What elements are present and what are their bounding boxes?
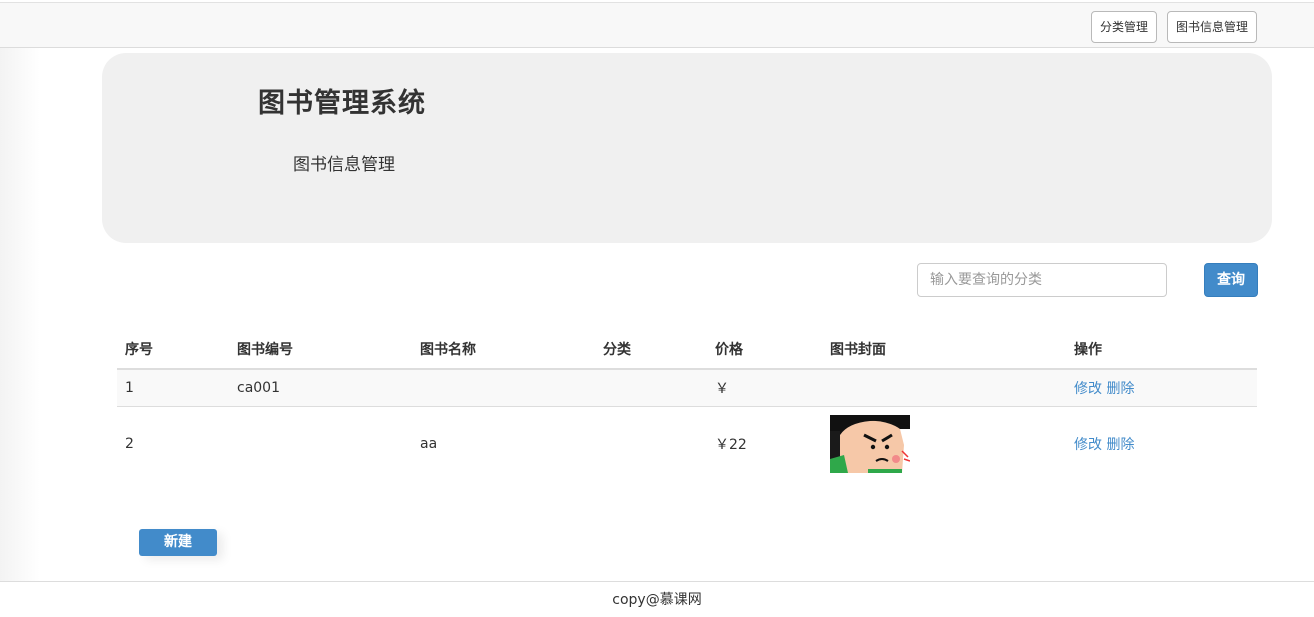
footer-text: copy@慕课网 (612, 592, 702, 608)
column-header-price: 价格 (707, 330, 822, 370)
top-navbar: 分类管理 图书信息管理 (0, 2, 1314, 48)
page-subtitle: 图书信息管理 (293, 155, 395, 175)
cell-price: ￥22 (707, 405, 822, 481)
book-table: 序号 图书编号 图书名称 分类 价格 图书封面 操作 1 ca001 ￥ 修改 … (117, 330, 1257, 481)
page-title: 图书管理系统 (258, 88, 426, 119)
cell-price: ￥ (707, 369, 822, 406)
cell-name (412, 369, 595, 406)
jumbotron: 图书管理系统 图书信息管理 (102, 53, 1272, 243)
cell-code (229, 405, 412, 481)
table-row: 2 aa ￥22 修改 删除 (117, 405, 1257, 481)
page: 分类管理 图书信息管理 图书管理系统 图书信息管理 查询 序号 图书编号 图书名… (0, 0, 1314, 617)
cell-code: ca001 (229, 369, 412, 406)
cell-cover (822, 405, 1066, 481)
delete-link[interactable]: 删除 (1106, 437, 1134, 453)
left-edge-shadow (0, 48, 40, 581)
search-input[interactable] (917, 263, 1167, 297)
new-button[interactable]: 新建 (139, 529, 217, 556)
cell-cover (822, 369, 1066, 406)
column-header-cover: 图书封面 (822, 330, 1066, 370)
edit-link[interactable]: 修改 (1074, 437, 1102, 453)
search-button[interactable]: 查询 (1204, 263, 1258, 297)
footer: copy@慕课网 (0, 581, 1314, 617)
cell-index: 2 (117, 405, 229, 481)
delete-link[interactable]: 删除 (1106, 381, 1134, 397)
column-header-index: 序号 (117, 330, 229, 370)
cell-index: 1 (117, 369, 229, 406)
column-header-code: 图书编号 (229, 330, 412, 370)
cell-category (595, 405, 707, 481)
column-header-actions: 操作 (1066, 330, 1257, 370)
column-header-category: 分类 (595, 330, 707, 370)
book-info-management-button[interactable]: 图书信息管理 (1167, 11, 1257, 43)
book-cover-image (830, 414, 910, 473)
edit-link[interactable]: 修改 (1074, 381, 1102, 397)
cell-actions: 修改 删除 (1066, 369, 1257, 406)
cell-actions: 修改 删除 (1066, 405, 1257, 481)
cell-name: aa (412, 405, 595, 481)
table-header-row: 序号 图书编号 图书名称 分类 价格 图书封面 操作 (117, 330, 1257, 370)
table-row: 1 ca001 ￥ 修改 删除 (117, 369, 1257, 406)
category-management-button[interactable]: 分类管理 (1091, 11, 1157, 43)
cell-category (595, 369, 707, 406)
column-header-name: 图书名称 (412, 330, 595, 370)
